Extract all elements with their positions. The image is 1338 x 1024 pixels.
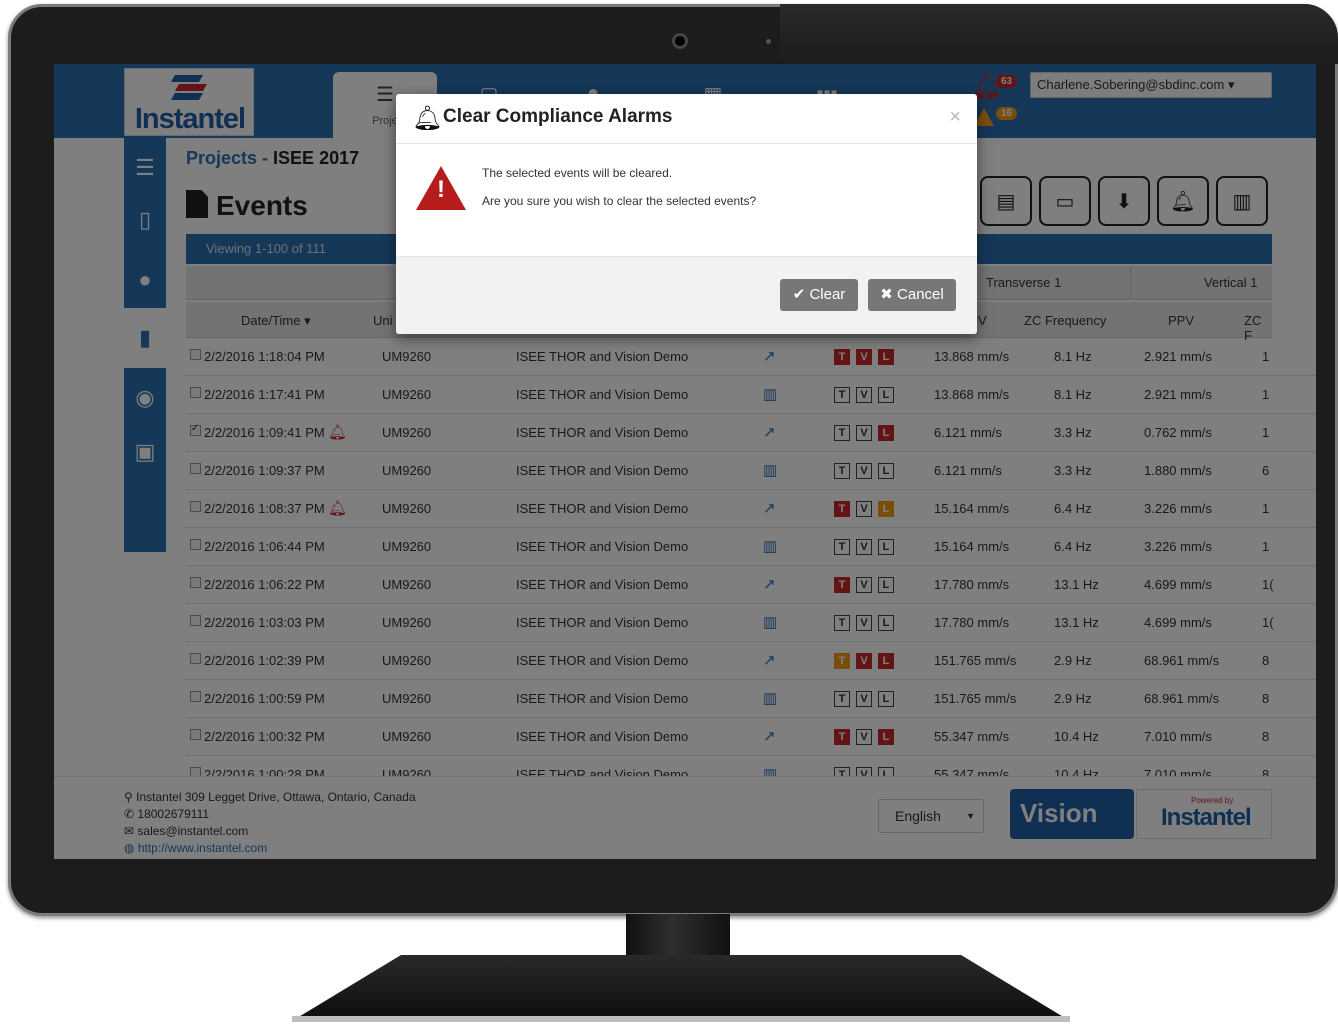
dialog-header: 🔔︎ Clear Compliance Alarms × [396, 94, 977, 144]
monitor-base-edge [292, 1016, 1070, 1022]
cancel-button[interactable]: ✖ Cancel [868, 279, 956, 311]
monitor-base [292, 955, 1070, 1021]
bezel-highlight [780, 4, 1338, 64]
dialog-body: ! The selected events will be cleared. A… [396, 144, 977, 256]
bell-icon: 🔔︎ [412, 105, 443, 132]
dialog-message-2: Are you sure you wish to clear the selec… [482, 194, 757, 208]
clear-alarms-dialog: 🔔︎ Clear Compliance Alarms × ! The selec… [396, 94, 977, 334]
close-icon[interactable]: × [949, 106, 961, 129]
dialog-title: Clear Compliance Alarms [443, 106, 673, 127]
camera-indicator [766, 39, 771, 44]
monitor-mockup: Instantel ☰ Proje ▢ ● ▦ ▪▪▪ 🔔︎ 63 [0, 0, 1338, 1024]
dialog-footer: ✔ Clear ✖ Cancel [396, 256, 977, 334]
app-screen: Instantel ☰ Proje ▢ ● ▦ ▪▪▪ 🔔︎ 63 [54, 64, 1316, 859]
monitor-neck [626, 914, 730, 958]
clear-button[interactable]: ✔ Clear [780, 279, 858, 311]
dialog-message-1: The selected events will be cleared. [482, 166, 673, 180]
exclamation-icon: ! [437, 176, 445, 203]
webcam [672, 33, 688, 49]
